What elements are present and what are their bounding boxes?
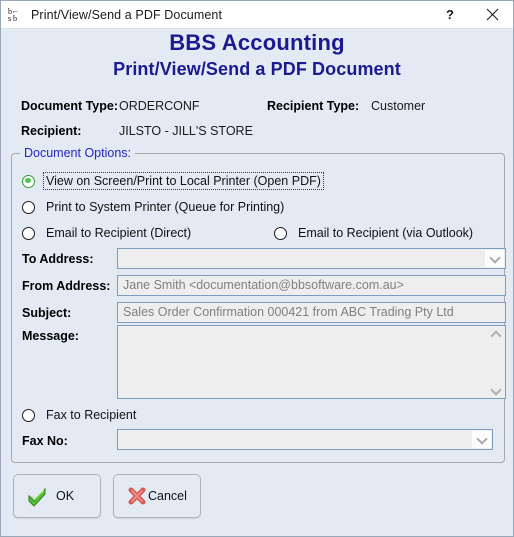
from-address-label: From Address: [22, 279, 111, 293]
recipient-label: Recipient: [21, 124, 82, 138]
radio-dot-icon [22, 226, 35, 240]
chevron-down-icon [490, 256, 499, 261]
subject-label: Subject: [22, 306, 72, 320]
recipient-type-label: Recipient Type: [267, 99, 360, 113]
fax-no-label: Fax No: [22, 434, 68, 448]
message-scrollbar[interactable] [488, 327, 504, 397]
svg-text:s: s [8, 14, 11, 23]
close-icon [486, 8, 498, 21]
subject-input[interactable]: Sales Order Confirmation 000421 from ABC… [117, 302, 506, 323]
to-address-label: To Address: [22, 252, 94, 266]
recipient-type-value: Customer [371, 99, 426, 113]
radio-email-outlook-label: Email to Recipient (via Outlook) [298, 226, 474, 240]
cancel-button-label: Cancel [148, 489, 187, 503]
from-address-input[interactable]: Jane Smith <documentation@bbsoftware.com… [117, 275, 506, 296]
radio-view-on-screen-label: View on Screen/Print to Local Printer (O… [43, 172, 324, 190]
scroll-down-icon[interactable] [491, 387, 501, 394]
document-options-group: Document Options: View on Screen/Print t… [11, 146, 506, 463]
to-address-combobox[interactable] [117, 248, 506, 269]
radio-email-direct-label: Email to Recipient (Direct) [46, 226, 192, 240]
radio-print-system-printer[interactable]: Print to System Printer (Queue for Print… [22, 198, 286, 216]
radio-print-system-printer-label: Print to System Printer (Queue for Print… [46, 200, 285, 214]
radio-email-direct[interactable]: Email to Recipient (Direct) [22, 224, 193, 242]
chevron-down-icon [477, 437, 486, 442]
scroll-up-icon[interactable] [491, 330, 501, 337]
ok-button-label: OK [55, 489, 75, 503]
red-cross-icon [126, 485, 148, 507]
window-title: Print/View/Send a PDF Document [31, 7, 223, 22]
fax-no-dropdown-button[interactable] [472, 431, 491, 448]
title-bar: b ⌐ s b Print/View/Send a PDF Document ? [1, 1, 513, 29]
dialog-window: b ⌐ s b Print/View/Send a PDF Document ?… [0, 0, 514, 537]
radio-view-on-screen[interactable]: View on Screen/Print to Local Printer (O… [22, 172, 324, 190]
svg-text:b: b [13, 14, 17, 23]
close-button[interactable] [471, 2, 513, 28]
radio-email-outlook[interactable]: Email to Recipient (via Outlook) [274, 224, 475, 242]
radio-dot-icon [22, 200, 35, 214]
page-title-line1: BBS Accounting [169, 30, 345, 55]
radio-dot-icon [22, 174, 35, 188]
radio-fax-to-recipient-label: Fax to Recipient [46, 408, 137, 422]
radio-dot-icon [274, 226, 287, 240]
fax-no-combobox[interactable] [117, 429, 493, 450]
help-button[interactable]: ? [429, 2, 471, 28]
recipient-type-row: Recipient Type: Customer [1, 97, 513, 115]
message-label: Message: [22, 329, 79, 343]
page-title: BBS Accounting Print/View/Send a PDF Doc… [1, 29, 513, 81]
radio-fax-to-recipient[interactable]: Fax to Recipient [22, 406, 138, 424]
to-address-dropdown-button[interactable] [485, 250, 504, 267]
page-title-line2: Print/View/Send a PDF Document [113, 59, 401, 79]
recipient-row: Recipient: JILSTO - JILL'S STORE [1, 122, 513, 140]
ok-button[interactable]: OK [13, 474, 101, 518]
document-info: Document Type: ORDERCONF Recipient Type:… [1, 97, 513, 143]
radio-dot-icon [22, 408, 35, 422]
cancel-button[interactable]: Cancel [113, 474, 201, 518]
document-options-title: Document Options: [20, 146, 135, 160]
recipient-value: JILSTO - JILL'S STORE [119, 124, 253, 138]
message-textarea[interactable] [117, 325, 506, 399]
green-check-icon [26, 485, 48, 507]
bbs-logo-icon: b ⌐ s b [8, 7, 24, 23]
